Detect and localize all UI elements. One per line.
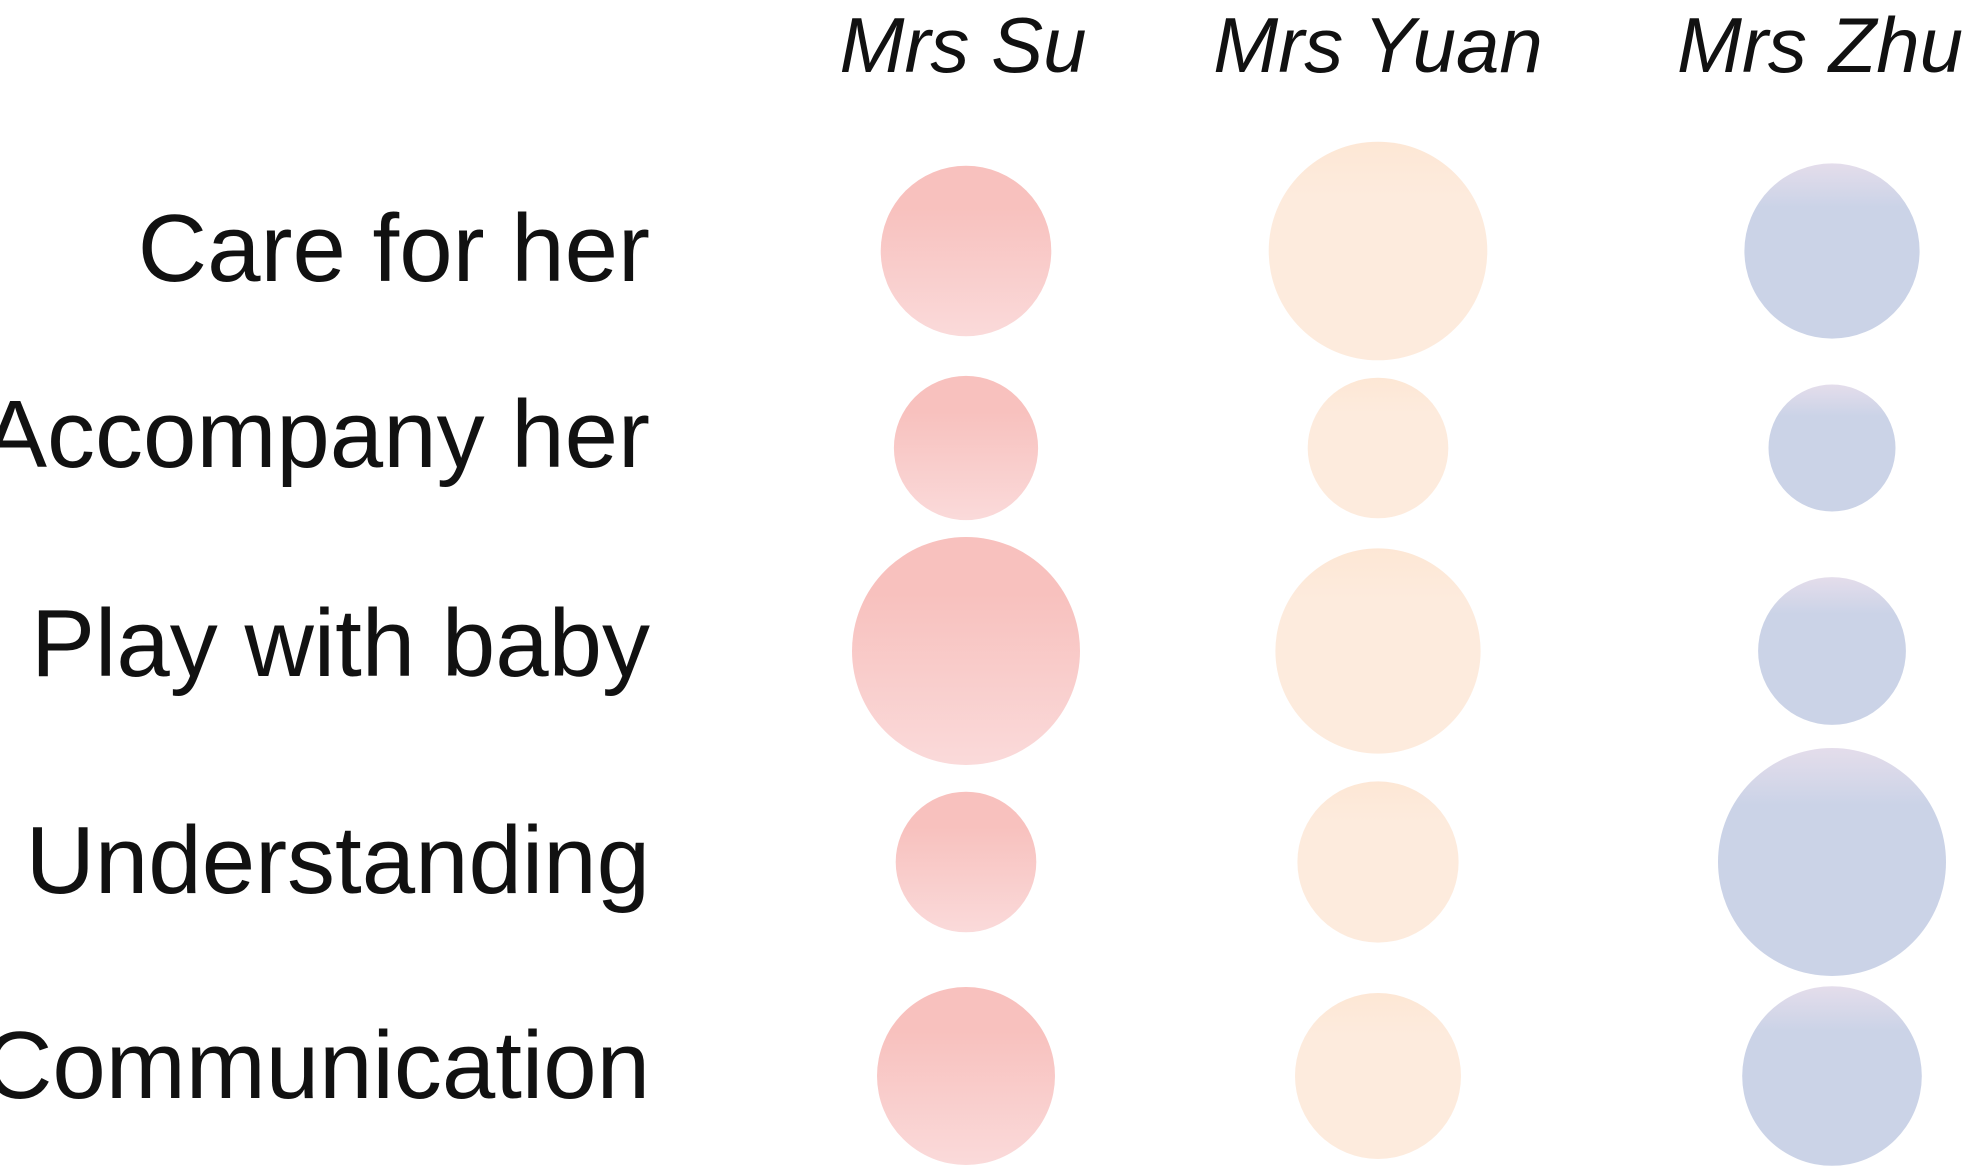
bubble-chart: Mrs Su Mrs Yuan Mrs Zhu Care for her Acc… <box>0 1 1963 1166</box>
row-label-accompany-her: Accompany her <box>0 381 650 488</box>
bubbles <box>852 141 1946 1166</box>
bubble-mrs-su-play-with-baby <box>852 537 1080 765</box>
bubble-mrs-yuan-care-for-her <box>1268 141 1488 361</box>
column-label-mrs-su: Mrs Su <box>839 1 1086 89</box>
bubble-mrs-zhu-communication <box>1742 986 1922 1166</box>
row-label-care-for-her: Care for her <box>138 195 650 302</box>
bubble-mrs-yuan-play-with-baby <box>1275 548 1481 754</box>
bubble-mrs-yuan-communication <box>1295 993 1461 1159</box>
column-label-mrs-yuan: Mrs Yuan <box>1213 1 1542 89</box>
column-labels: Mrs Su Mrs Yuan Mrs Zhu <box>839 1 1963 89</box>
bubble-mrs-zhu-understanding <box>1718 748 1946 976</box>
bubble-mrs-su-communication <box>877 987 1055 1165</box>
column-label-mrs-zhu: Mrs Zhu <box>1677 1 1963 89</box>
bubble-mrs-yuan-understanding <box>1297 781 1459 943</box>
bubble-mrs-zhu-accompany-her <box>1768 384 1896 512</box>
bubble-mrs-zhu-play-with-baby <box>1758 577 1906 725</box>
row-label-play-with-baby: Play with baby <box>31 590 650 697</box>
bubble-mrs-zhu-care-for-her <box>1744 163 1920 339</box>
bubble-mrs-su-care-for-her <box>880 165 1052 337</box>
row-label-understanding: Understanding <box>26 807 650 914</box>
bubble-mrs-su-accompany-her <box>893 375 1039 521</box>
bubble-mrs-yuan-accompany-her <box>1307 377 1449 519</box>
row-labels: Care for her Accompany her Play with bab… <box>0 195 650 1119</box>
bubble-mrs-su-understanding <box>895 791 1037 933</box>
row-label-communication: Communication <box>0 1012 650 1119</box>
